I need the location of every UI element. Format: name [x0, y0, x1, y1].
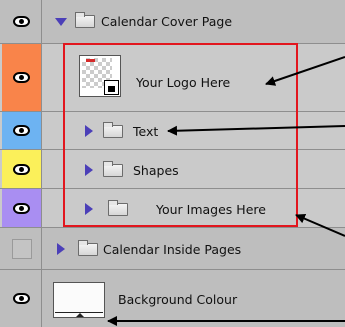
disclosure-triangle-collapsed-icon[interactable] [57, 243, 65, 255]
eye-icon [13, 125, 30, 136]
visibility-toggle[interactable] [2, 150, 42, 188]
visibility-toggle[interactable] [2, 228, 42, 269]
folder-icon [78, 240, 98, 256]
thumbnail-caret-icon [76, 313, 84, 317]
layer-thumbnail [53, 282, 105, 318]
eye-icon [13, 163, 30, 175]
eye-icon [13, 72, 30, 83]
visibility-toggle[interactable] [2, 0, 42, 43]
layer-name: Calendar Inside Pages [103, 242, 242, 257]
visibility-off-box [11, 238, 32, 259]
visibility-toggle[interactable] [2, 189, 42, 227]
eye-icon [13, 16, 30, 27]
layers-panel: Calendar Cover Page Your Logo Here Text … [0, 0, 345, 327]
layer-name: Background Colour [118, 292, 238, 307]
disclosure-triangle-expanded-icon[interactable] [55, 18, 67, 26]
folder-icon [75, 12, 95, 28]
visibility-toggle[interactable] [2, 44, 42, 111]
eye-icon [13, 202, 30, 214]
eye-icon [13, 293, 30, 304]
layer-row-calendar-inside-pages[interactable]: Calendar Inside Pages [0, 228, 345, 270]
layer-row-calendar-cover-page[interactable]: Calendar Cover Page [0, 0, 345, 44]
layer-name: Calendar Cover Page [101, 14, 233, 29]
layer-row-background-colour[interactable]: Background Colour [0, 270, 345, 327]
visibility-toggle[interactable] [2, 270, 42, 327]
annotation-highlight-box [63, 43, 298, 227]
visibility-toggle[interactable] [2, 112, 42, 149]
